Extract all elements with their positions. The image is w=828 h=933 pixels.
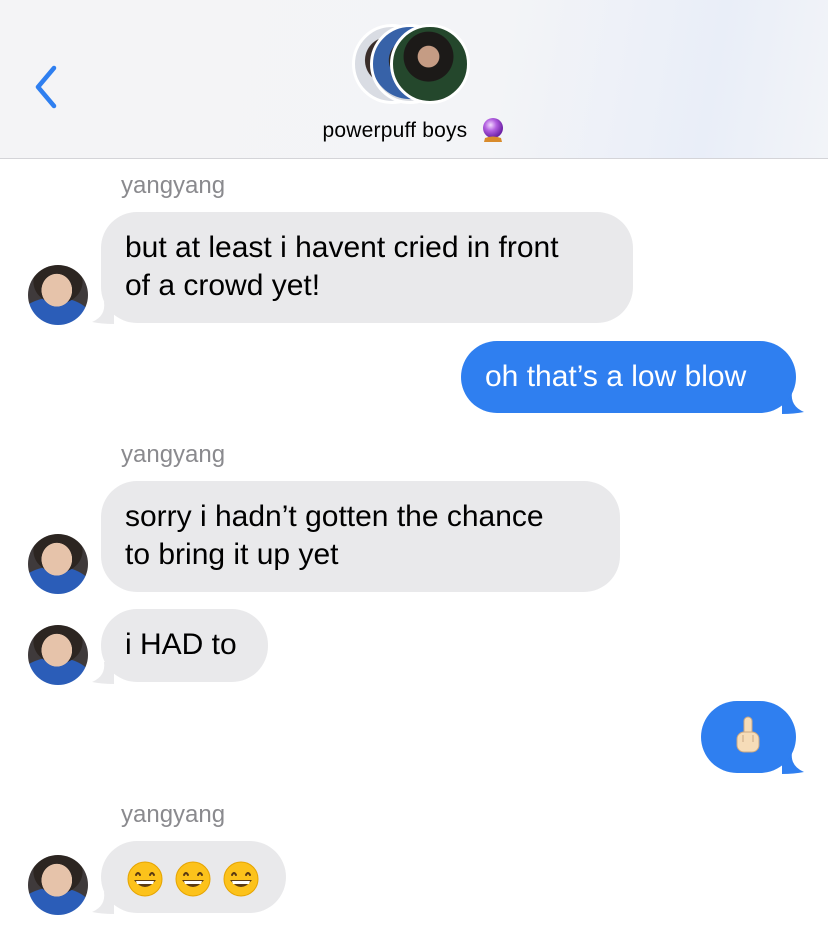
group-name-row[interactable]: powerpuff boys: [0, 118, 828, 144]
back-button[interactable]: [26, 62, 66, 112]
group-name: powerpuff boys: [322, 119, 468, 142]
middle-finger-emoji-icon: [736, 716, 760, 753]
conversation-header: powerpuff boys: [0, 0, 828, 159]
message-bubble-incoming[interactable]: [101, 841, 286, 913]
messages-screen: powerpuff boys yangyang but at least i h…: [0, 0, 828, 933]
grinning-face-emoji-icon: [223, 861, 259, 897]
grinning-face-emoji-icon: [127, 861, 163, 897]
message-text-line: sorry i hadn’t gotten the chance: [125, 500, 544, 533]
message-bubble-outgoing[interactable]: oh that’s a low blow: [461, 341, 796, 413]
message-text-line: of a crowd yet!: [125, 269, 321, 302]
sender-name: yangyang: [121, 172, 226, 199]
message-text-line: but at least i havent cried in front: [125, 231, 559, 264]
message-text-line: oh that’s a low blow: [485, 360, 747, 393]
message-bubble-outgoing[interactable]: [701, 701, 796, 773]
sender-avatar[interactable]: [28, 265, 88, 325]
sender-avatar[interactable]: [28, 534, 88, 594]
message-bubble-incoming[interactable]: i HAD to: [101, 609, 268, 682]
group-avatar-stack[interactable]: [352, 24, 478, 110]
crystal-ball-icon: [483, 118, 504, 142]
message-bubble-incoming[interactable]: but at least i havent cried in front of …: [101, 212, 633, 323]
sender-name: yangyang: [121, 441, 226, 468]
message-text-line: to bring it up yet: [125, 538, 339, 571]
grinning-face-emoji-icon: [175, 861, 211, 897]
sender-name: yangyang: [121, 801, 226, 828]
message-text-line: i HAD to: [125, 628, 237, 661]
sender-avatar[interactable]: [28, 625, 88, 685]
chevron-left-icon: [35, 65, 57, 109]
group-member-avatar: [390, 24, 470, 104]
sender-avatar[interactable]: [28, 855, 88, 915]
message-bubble-incoming[interactable]: sorry i hadn’t gotten the chance to brin…: [101, 481, 620, 592]
